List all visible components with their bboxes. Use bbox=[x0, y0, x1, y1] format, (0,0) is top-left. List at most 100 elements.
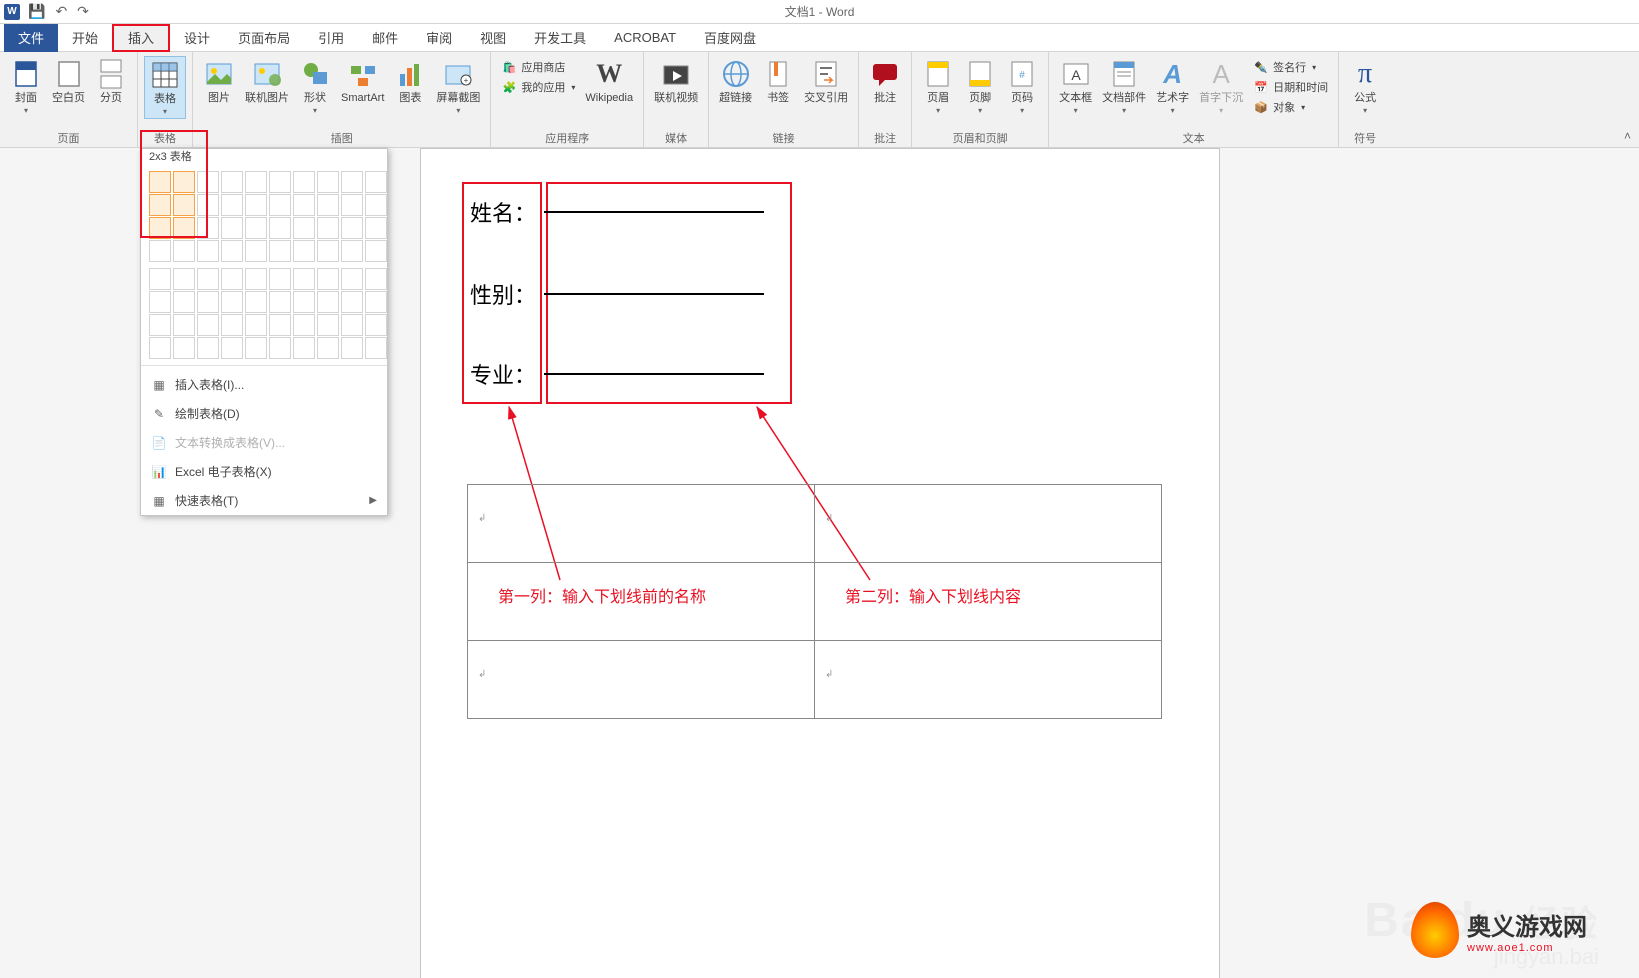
grid-cell[interactable] bbox=[341, 314, 363, 336]
grid-cell[interactable] bbox=[149, 268, 171, 290]
grid-cell[interactable] bbox=[197, 337, 219, 359]
tab-baidu[interactable]: 百度网盘 bbox=[690, 24, 770, 52]
grid-cell[interactable] bbox=[197, 240, 219, 262]
cover-page-button[interactable]: 封面▾ bbox=[6, 56, 46, 117]
grid-cell[interactable] bbox=[173, 171, 195, 193]
form-line-gender[interactable] bbox=[544, 293, 764, 295]
wikipedia-button[interactable]: W Wikipedia bbox=[581, 56, 637, 107]
date-time-button[interactable]: 📅日期和时间 bbox=[1249, 78, 1332, 96]
grid-cell[interactable] bbox=[341, 291, 363, 313]
grid-cell[interactable] bbox=[365, 337, 387, 359]
grid-cell[interactable] bbox=[293, 314, 315, 336]
grid-cell[interactable] bbox=[293, 194, 315, 216]
grid-cell[interactable] bbox=[365, 240, 387, 262]
tab-file[interactable]: 文件 bbox=[4, 24, 58, 52]
grid-cell[interactable] bbox=[221, 194, 243, 216]
grid-cell[interactable] bbox=[269, 171, 291, 193]
grid-cell[interactable] bbox=[341, 240, 363, 262]
grid-cell[interactable] bbox=[365, 171, 387, 193]
tab-layout[interactable]: 页面布局 bbox=[224, 24, 304, 52]
pictures-button[interactable]: 图片 bbox=[199, 56, 239, 107]
quick-parts-button[interactable]: 文档部件▾ bbox=[1098, 56, 1150, 117]
grid-cell[interactable] bbox=[365, 314, 387, 336]
footer-button[interactable]: 页脚▾ bbox=[960, 56, 1000, 117]
grid-cell[interactable] bbox=[197, 291, 219, 313]
insert-table-menu-item[interactable]: ▦插入表格(I)... bbox=[141, 370, 387, 399]
grid-cell[interactable] bbox=[197, 314, 219, 336]
grid-cell[interactable] bbox=[269, 240, 291, 262]
grid-cell[interactable] bbox=[149, 337, 171, 359]
grid-cell[interactable] bbox=[317, 268, 339, 290]
tab-insert[interactable]: 插入 bbox=[112, 24, 170, 52]
tab-view[interactable]: 视图 bbox=[466, 24, 520, 52]
grid-cell[interactable] bbox=[197, 171, 219, 193]
tab-home[interactable]: 开始 bbox=[58, 24, 112, 52]
redo-button[interactable]: ↷ bbox=[77, 3, 89, 20]
comment-button[interactable]: 批注 bbox=[865, 56, 905, 107]
my-apps-button[interactable]: 🧩我的应用▾ bbox=[497, 78, 579, 96]
grid-cell[interactable] bbox=[197, 217, 219, 239]
table-cell[interactable]: ↲ bbox=[815, 485, 1162, 563]
grid-cell[interactable] bbox=[245, 337, 267, 359]
grid-cell[interactable] bbox=[149, 171, 171, 193]
table-cell[interactable]: ↲ bbox=[468, 641, 815, 719]
grid-cell[interactable] bbox=[221, 337, 243, 359]
grid-cell[interactable] bbox=[293, 217, 315, 239]
blank-page-button[interactable]: 空白页 bbox=[48, 56, 89, 107]
table-grid-picker[interactable] bbox=[141, 167, 387, 359]
shapes-button[interactable]: 形状▾ bbox=[295, 56, 335, 117]
page-break-button[interactable]: 分页 bbox=[91, 56, 131, 107]
grid-cell[interactable] bbox=[173, 337, 195, 359]
grid-cell[interactable] bbox=[293, 268, 315, 290]
grid-cell[interactable] bbox=[293, 291, 315, 313]
dropcap-button[interactable]: A 首字下沉▾ bbox=[1195, 56, 1247, 117]
grid-cell[interactable] bbox=[173, 314, 195, 336]
table-cell-annotation-2[interactable]: 第二列：输入下划线内容 bbox=[815, 563, 1162, 641]
grid-cell[interactable] bbox=[317, 337, 339, 359]
grid-cell[interactable] bbox=[269, 314, 291, 336]
grid-cell[interactable] bbox=[341, 337, 363, 359]
grid-cell[interactable] bbox=[245, 314, 267, 336]
save-button[interactable]: 💾 bbox=[28, 3, 45, 20]
tab-mailings[interactable]: 邮件 bbox=[358, 24, 412, 52]
grid-cell[interactable] bbox=[269, 217, 291, 239]
grid-cell[interactable] bbox=[365, 194, 387, 216]
grid-cell[interactable] bbox=[317, 171, 339, 193]
grid-cell[interactable] bbox=[293, 240, 315, 262]
grid-cell[interactable] bbox=[149, 194, 171, 216]
grid-cell[interactable] bbox=[245, 268, 267, 290]
bookmark-button[interactable]: 书签 bbox=[758, 56, 798, 107]
grid-cell[interactable] bbox=[173, 194, 195, 216]
quick-tables-menu-item[interactable]: ▦快速表格(T)▶ bbox=[141, 486, 387, 515]
table-button[interactable]: 表格▾ bbox=[144, 56, 186, 119]
online-pictures-button[interactable]: 联机图片 bbox=[241, 56, 293, 107]
grid-cell[interactable] bbox=[197, 268, 219, 290]
grid-cell[interactable] bbox=[173, 240, 195, 262]
object-button[interactable]: 📦对象▾ bbox=[1249, 98, 1332, 116]
grid-cell[interactable] bbox=[149, 217, 171, 239]
draw-table-menu-item[interactable]: ✎绘制表格(D) bbox=[141, 399, 387, 428]
grid-cell[interactable] bbox=[293, 337, 315, 359]
grid-cell[interactable] bbox=[365, 217, 387, 239]
grid-cell[interactable] bbox=[173, 268, 195, 290]
tab-developer[interactable]: 开发工具 bbox=[520, 24, 600, 52]
tab-references[interactable]: 引用 bbox=[304, 24, 358, 52]
excel-spreadsheet-menu-item[interactable]: 📊Excel 电子表格(X) bbox=[141, 457, 387, 486]
table-cell[interactable]: ↲ bbox=[468, 485, 815, 563]
grid-cell[interactable] bbox=[317, 291, 339, 313]
grid-cell[interactable] bbox=[149, 314, 171, 336]
grid-cell[interactable] bbox=[269, 194, 291, 216]
header-button[interactable]: 页眉▾ bbox=[918, 56, 958, 117]
page-number-button[interactable]: # 页码▾ bbox=[1002, 56, 1042, 117]
hyperlink-button[interactable]: 超链接 bbox=[715, 56, 756, 107]
signature-line-button[interactable]: ✒️签名行▾ bbox=[1249, 58, 1332, 76]
grid-cell[interactable] bbox=[221, 314, 243, 336]
grid-cell[interactable] bbox=[221, 217, 243, 239]
grid-cell[interactable] bbox=[173, 217, 195, 239]
grid-cell[interactable] bbox=[149, 240, 171, 262]
grid-cell[interactable] bbox=[245, 171, 267, 193]
grid-cell[interactable] bbox=[221, 240, 243, 262]
grid-cell[interactable] bbox=[245, 291, 267, 313]
form-line-major[interactable] bbox=[544, 373, 764, 375]
chart-button[interactable]: 图表 bbox=[390, 56, 430, 107]
